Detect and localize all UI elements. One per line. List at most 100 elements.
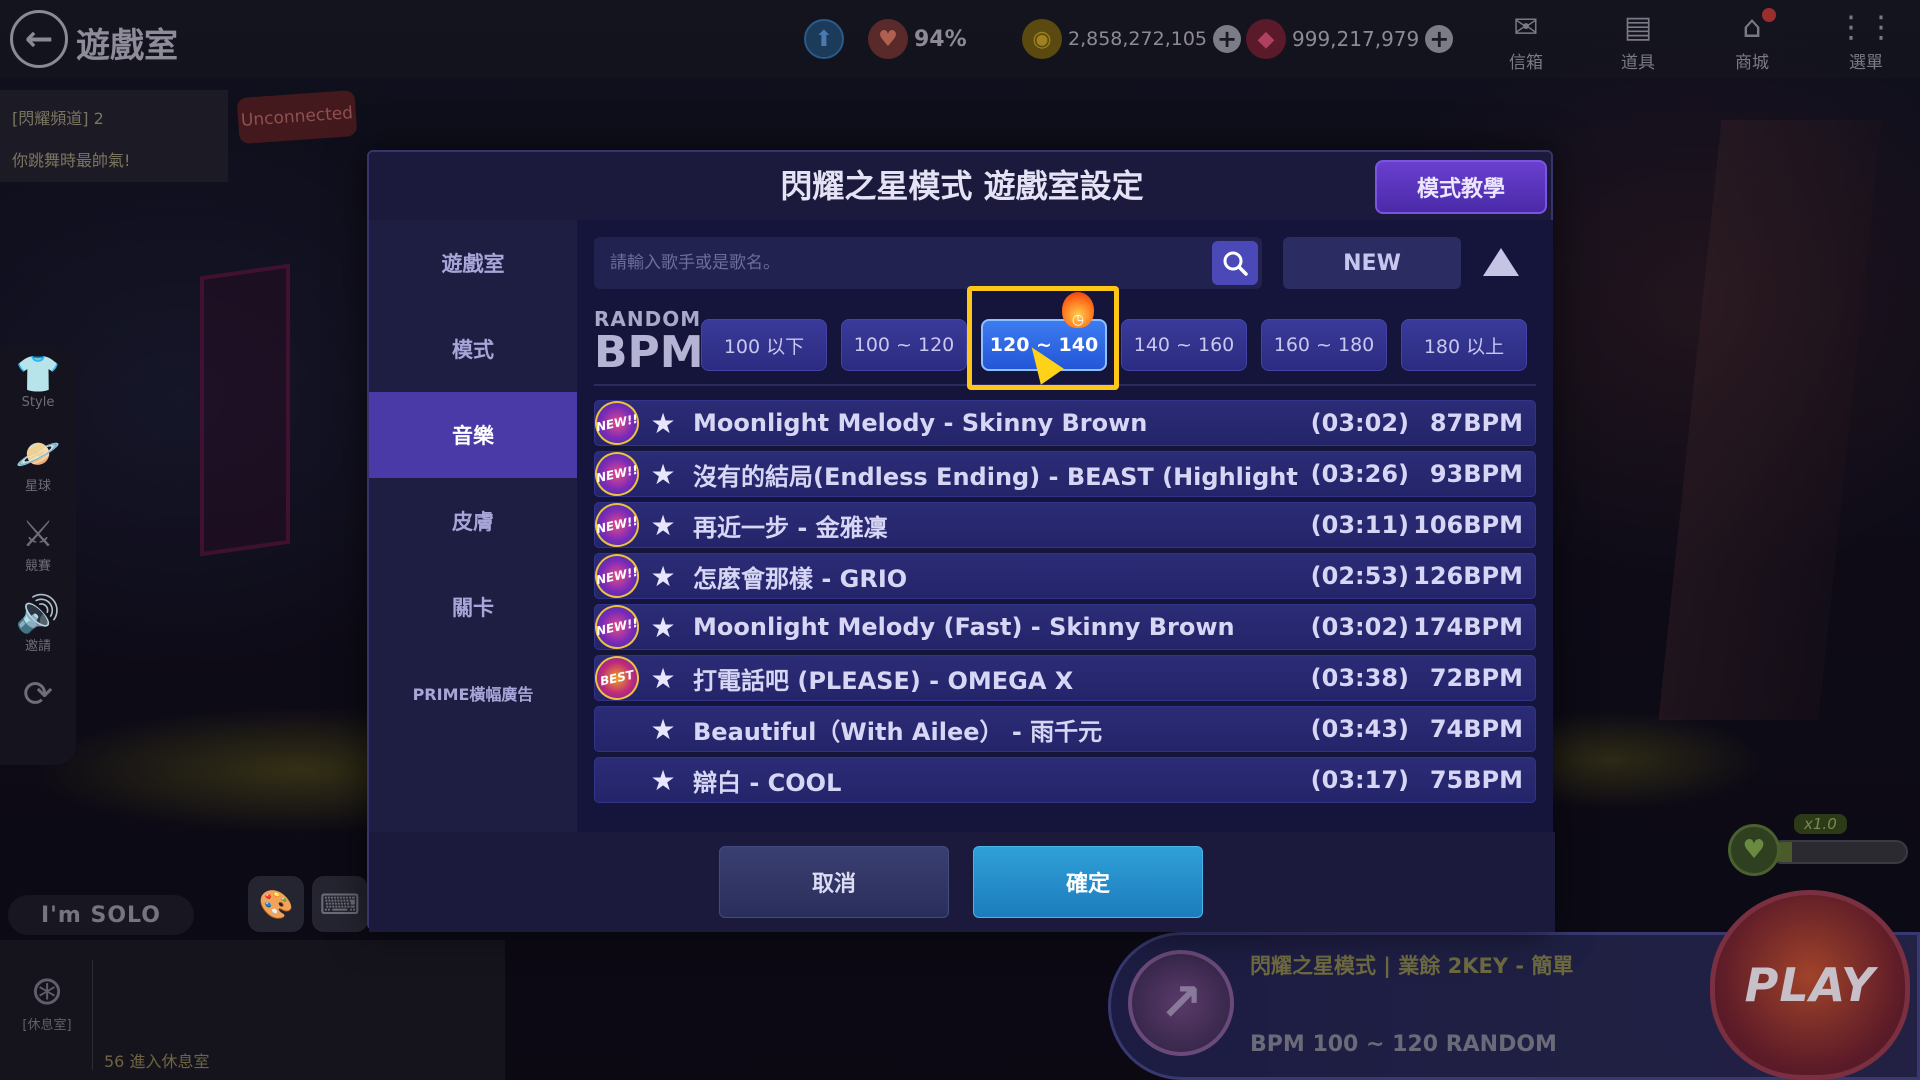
star-icon[interactable]: ★ [643,509,683,542]
chat-channel: [閃耀頻道] 2 [12,109,104,128]
search-input[interactable] [594,237,1214,289]
song-list: NEW!! ★ Moonlight Melody - Skinny Brown … [590,396,1536,808]
lounge-icon: ⊛ [30,968,64,1014]
keyboard-icon: ⌨ [319,887,361,921]
page-title: 遊戲室 [76,26,178,66]
coin-icon: ◉ [1022,19,1062,59]
mode-tutorial-button[interactable]: 模式教學 [1375,160,1547,214]
side-nav-label: 星球 [24,479,51,494]
bpm-filter-160-180[interactable]: 160 ~ 180 [1261,319,1387,371]
modal-footer: 取消 確定 [369,832,1555,932]
lounge-message: 56 進入休息室 [104,1052,210,1071]
side-nav-planet[interactable]: 🪐 星球 [0,425,76,505]
menu-button[interactable]: ⋮⋮ 選單 [1836,8,1896,73]
song-title: Moonlight Melody - Skinny Brown [693,409,1148,437]
new-badge: NEW!! [590,396,644,450]
song-row[interactable]: ★ Beautiful（With Ailee） - 雨千元 (03:43) 74… [594,706,1536,752]
song-bpm: 174BPM [1413,613,1523,641]
grid-menu-icon: ⋮⋮ [1836,10,1896,45]
gauge-bar [1770,840,1908,864]
bpm-random-label[interactable]: RANDOM BPM [594,308,704,376]
star-icon[interactable]: ★ [643,713,683,746]
fire-timer-icon: ◷ [1062,292,1094,328]
notification-dot [1762,8,1776,22]
add-gem-button[interactable]: + [1425,25,1454,53]
confirm-button[interactable]: 確定 [973,846,1203,918]
mailbox-button[interactable]: ✉ 信箱 [1496,8,1556,73]
new-badge: NEW!! [590,498,644,552]
tab-stage[interactable]: 關卡 [369,564,577,650]
new-badge: NEW!! [590,447,644,501]
speaker-icon: 🔊 [15,594,61,635]
heart-icon: ♥ [868,19,908,59]
bpm-filter-140-160[interactable]: 140 ~ 160 [1121,319,1247,371]
briefcase-icon: ▤ [1623,10,1653,45]
star-icon[interactable]: ★ [643,764,683,797]
items-button[interactable]: ▤ 道具 [1608,8,1668,73]
star-icon[interactable]: ★ [643,662,683,695]
lounge-button[interactable]: ⊛ [休息室] [14,968,80,1033]
tab-music[interactable]: 音樂 [369,392,577,478]
modal-body: 遊戲室 模式 音樂 皮膚 關卡 PRIME橫幅廣告 NEW RANDOM [369,220,1555,832]
song-title: 沒有的結局(Endless Ending) - BEAST (Highlight… [693,462,1299,491]
keyboard-button[interactable]: ⌨ [312,876,368,932]
heart-percent: 94% [914,26,967,52]
top-bar: ← 遊戲室 ⬆ ♥ 94% ◉ 2,858,272,105 + ◆ 999,21… [0,0,1920,78]
side-nav-invite[interactable]: 🔊 邀請 [0,585,76,665]
song-duration: (03:26) [1310,460,1409,488]
song-duration: (03:43) [1310,715,1409,743]
palette-button[interactable]: 🎨 [248,876,304,932]
star-icon[interactable]: ★ [643,611,683,644]
tab-skin[interactable]: 皮膚 [369,478,577,564]
search-button[interactable] [1212,241,1258,285]
song-row[interactable]: NEW!! ★ 怎麼會那樣 - GRIO (02:53) 126BPM [590,549,1536,603]
song-title: 辯白 - COOL [693,768,842,797]
sort-up-icon[interactable] [1483,248,1519,276]
items-label: 道具 [1621,53,1655,73]
new-badge: NEW!! [590,600,644,654]
side-nav-refresh[interactable]: ⟳ [0,665,76,745]
bpm-info: BPM 100 ~ 120 RANDOM [1250,1032,1557,1057]
star-icon[interactable]: ★ [643,560,683,593]
badge-empty [591,703,643,755]
multiplier-badge: x1.0 [1794,814,1847,834]
new-sort-button[interactable]: NEW [1283,237,1461,289]
song-row[interactable]: NEW!! ★ Moonlight Melody (Fast) - Skinny… [590,600,1536,654]
song-bpm: 87BPM [1429,409,1523,437]
bpm-filter-over-180[interactable]: 180 以上 [1401,319,1527,371]
add-gold-button[interactable]: + [1213,25,1242,53]
bpm-filter-under-100[interactable]: 100 以下 [701,319,827,371]
back-arrow-icon[interactable]: ← [10,10,68,68]
side-nav-label: Style [21,395,55,410]
solo-status[interactable]: I'm SOLO [8,895,194,935]
bpm-filter-100-120[interactable]: 100 ~ 120 [841,319,967,371]
tab-mode[interactable]: 模式 [369,306,577,392]
heart-gauge: ♥ x1.0 [1728,814,1908,876]
mode-info: 閃耀之星模式 | 業餘 2KEY - 簡單 [1250,954,1574,978]
side-nav-style[interactable]: 👕 Style [0,345,76,425]
search-box [594,237,1262,289]
tab-room[interactable]: 遊戲室 [369,220,577,306]
enter-arrow-icon[interactable]: ↗ [1128,950,1234,1056]
battle-icon: ⚔ [21,514,55,555]
chat-panel[interactable]: [閃耀頻道] 2 你跳舞時最帥氣! [0,90,228,182]
tab-prime-banner[interactable]: PRIME橫幅廣告 [369,650,577,736]
song-bpm: 126BPM [1413,562,1523,590]
song-row[interactable]: NEW!! ★ 再近一步 - 金雅凜 (03:11) 106BPM [590,498,1536,552]
song-row[interactable]: NEW!! ★ 沒有的結局(Endless Ending) - BEAST (H… [590,447,1536,501]
star-icon[interactable]: ★ [643,407,683,440]
song-row[interactable]: BEST ★ 打電話吧 (PLEASE) - OMEGA X (03:38) 7… [590,651,1536,705]
song-duration: (02:53) [1310,562,1409,590]
side-nav-battle[interactable]: ⚔ 競賽 [0,505,76,585]
song-title: Moonlight Melody (Fast) - Skinny Brown [693,613,1235,641]
star-icon[interactable]: ★ [643,458,683,491]
cancel-button[interactable]: 取消 [719,846,949,918]
level-up-badge[interactable]: ⬆ [804,19,850,59]
song-row[interactable]: ★ 辯白 - COOL (03:17) 75BPM [594,757,1536,803]
play-button[interactable]: PLAY [1710,890,1910,1080]
song-title: 再近一步 - 金雅凜 [693,513,888,542]
mailbox-label: 信箱 [1509,53,1543,73]
side-nav-label: 競賽 [24,559,51,574]
shop-button[interactable]: ⌂ 商城 [1722,8,1782,73]
song-row[interactable]: NEW!! ★ Moonlight Melody - Skinny Brown … [590,396,1536,450]
